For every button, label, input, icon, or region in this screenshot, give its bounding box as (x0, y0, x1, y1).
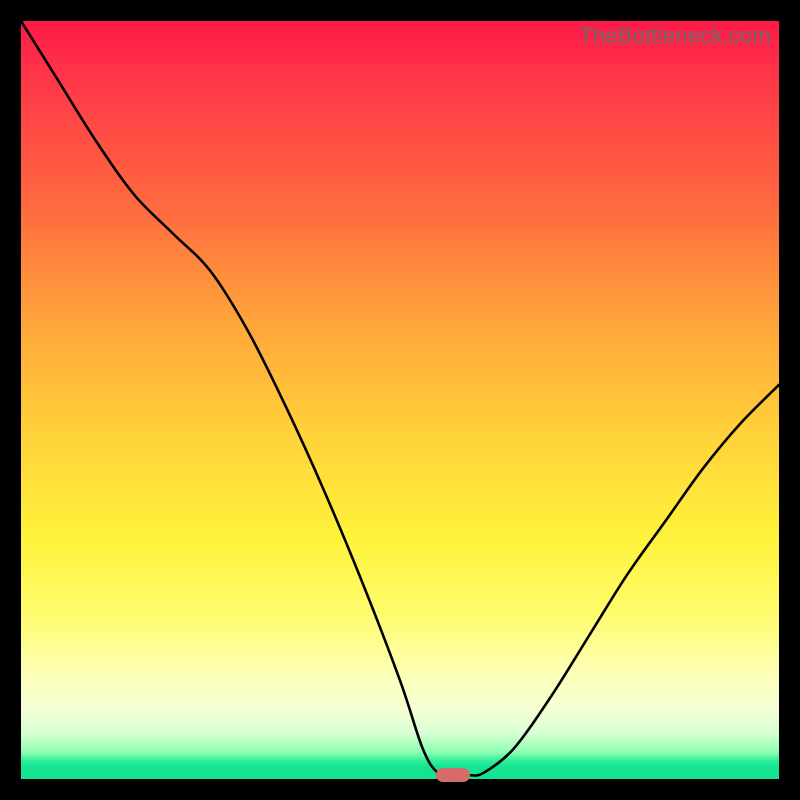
plot-area: TheBottleneck.com (21, 21, 779, 779)
minimum-marker (436, 768, 470, 782)
curve-path (21, 21, 779, 776)
bottleneck-curve (21, 21, 779, 779)
chart-frame: TheBottleneck.com (0, 0, 800, 800)
